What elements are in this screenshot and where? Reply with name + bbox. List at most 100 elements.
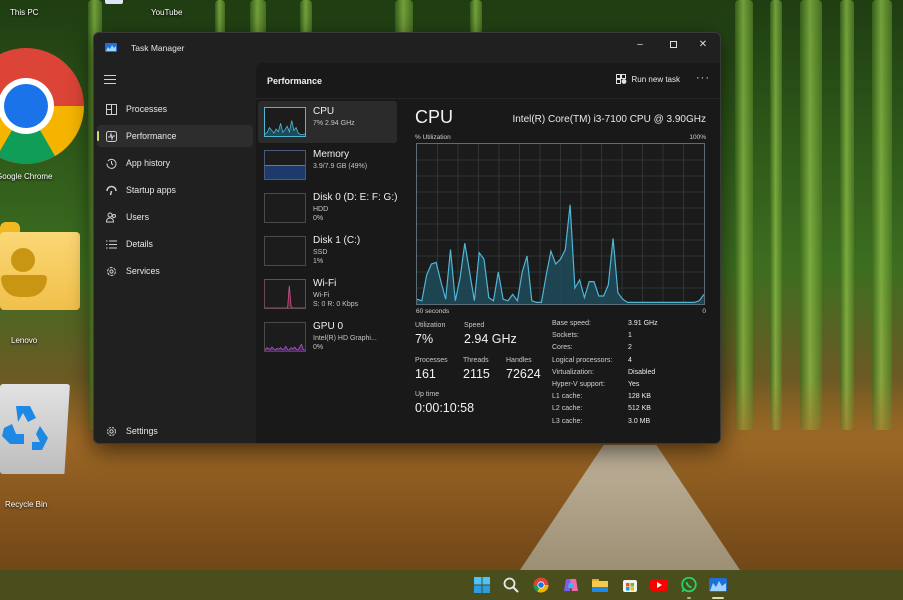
cpu-detail-panel: CPU Intel(R) Core(TM) i3-7100 CPU @ 3.90… (413, 101, 706, 443)
run-new-task-icon (615, 74, 626, 84)
device-item-cpu[interactable]: CPU 7% 2.94 GHz (258, 101, 397, 143)
spec-value: 1 (628, 332, 632, 340)
uptime-value: 0:00:10:58 (415, 401, 475, 415)
processes-value: 161 (415, 367, 436, 381)
thumb-wifi-line (265, 285, 305, 308)
desktop-icon-lenovo[interactable]: Lenovo (0, 222, 82, 347)
handles-value: 72624 (506, 367, 541, 381)
nav-item-settings[interactable]: Settings (97, 420, 253, 442)
desktop-icon-youtube[interactable]: YouTube (151, 8, 182, 17)
hamburger-menu-button[interactable] (104, 75, 116, 85)
cpu-thumbnail-graph (264, 107, 306, 137)
services-icon (105, 265, 117, 277)
speed-label: Speed (464, 322, 485, 329)
handles-label: Handles (506, 357, 532, 364)
spec-label: L2 cache: (552, 405, 583, 413)
chart-xlabel-left: 60 seconds (416, 308, 450, 315)
spec-value: 4 (628, 356, 632, 364)
nav-pane: Processes Performance App history Startu… (94, 63, 256, 443)
minimize-icon: – (637, 38, 643, 50)
spec-value: 2 (628, 344, 632, 352)
chart-ymax-label: 100% (689, 134, 706, 141)
chart-xlabel-right: 0 (702, 308, 706, 315)
close-icon: ✕ (698, 38, 708, 50)
cpu-heading: CPU (415, 107, 454, 127)
spec-value: 3.0 MB (628, 417, 651, 425)
startup-apps-icon (105, 184, 117, 196)
spec-value: 3.91 GHz (628, 320, 658, 327)
maximize-icon (669, 40, 677, 48)
spec-label: Virtualization: (552, 368, 594, 376)
search-icon[interactable] (502, 576, 520, 594)
cpu-model-name: Intel(R) Core(TM) i3-7100 CPU @ 3.90GHz (512, 114, 706, 125)
gpu-thumbnail-graph (264, 322, 306, 352)
desktop-icon-recycle-bin[interactable]: Recycle Bin (0, 378, 75, 513)
performance-content: Performance Run new task ··· CPU 7% 2.94… (256, 63, 720, 443)
device-item-wifi[interactable]: Wi-Fi Wi-Fi S: 0 R: 0 Kbps (258, 273, 397, 315)
utilization-label: Utilization (415, 322, 446, 329)
page-title: Performance (267, 76, 323, 86)
app-history-icon (105, 157, 117, 169)
nav-item-performance[interactable]: Performance (97, 125, 253, 147)
uptime-label: Up time (415, 391, 440, 398)
chrome-icon (0, 48, 84, 164)
nav-item-processes[interactable]: Processes (97, 98, 253, 120)
spec-label: Logical processors: (552, 356, 613, 364)
nav-item-app-history[interactable]: App history (97, 152, 253, 174)
task-manager-window: Task Manager – ✕ Processes Performance A… (93, 32, 721, 444)
youtube-shortcut-icon[interactable] (105, 0, 123, 4)
device-item-gpu-0[interactable]: GPU 0 Intel(R) HD Graphi... 0% (258, 316, 397, 358)
users-icon (105, 211, 117, 223)
settings-icon (105, 425, 117, 437)
close-button[interactable]: ✕ (688, 33, 718, 55)
thumb-wifi-area (265, 285, 305, 308)
title-bar[interactable]: Task Manager – ✕ (94, 33, 720, 63)
processes-icon (105, 103, 117, 115)
spec-value: Disabled (628, 368, 656, 376)
maximize-button[interactable] (658, 33, 688, 55)
file-explorer-icon[interactable] (591, 576, 609, 594)
content-header: Performance Run new task ··· (256, 63, 720, 99)
copilot-icon[interactable] (562, 576, 580, 594)
spec-value: 512 KB (628, 405, 651, 413)
performance-icon (105, 130, 117, 142)
task-manager-taskbar-icon[interactable] (709, 576, 727, 594)
chrome-taskbar-icon[interactable] (532, 576, 550, 594)
spec-label: Cores: (552, 344, 573, 352)
spec-label: L3 cache: (552, 417, 583, 425)
spec-value: 128 KB (628, 393, 651, 401)
store-icon[interactable] (621, 576, 639, 594)
youtube-icon[interactable] (650, 576, 668, 594)
nav-item-services[interactable]: Services (97, 260, 253, 282)
nav-item-details[interactable]: Details (97, 233, 253, 255)
device-item-memory[interactable]: Memory 3.9/7.9 GB (49%) (258, 144, 397, 186)
run-new-task-button[interactable]: Run new task (615, 74, 680, 84)
taskbar (0, 570, 903, 600)
desktop-icon-this-pc[interactable]: This PC (10, 8, 38, 17)
spec-label: Base speed: (552, 320, 591, 327)
processes-label: Processes (415, 357, 448, 364)
chart-ylabel: % Utilization (415, 134, 451, 141)
spec-label: L1 cache: (552, 393, 583, 401)
minimize-button[interactable]: – (625, 33, 655, 55)
disk1-thumbnail-graph (264, 236, 306, 266)
details-icon (105, 238, 117, 250)
spec-value: Yes (628, 381, 640, 388)
whatsapp-icon[interactable] (680, 576, 698, 594)
utilization-value: 7% (415, 332, 434, 346)
desktop-icon-chrome[interactable]: Google Chrome (0, 42, 88, 181)
window-title: Task Manager (131, 43, 185, 53)
threads-value: 2115 (463, 367, 490, 381)
user-folder-icon (0, 222, 80, 310)
start-icon[interactable] (473, 576, 491, 594)
disk0-thumbnail-graph (264, 193, 306, 223)
cpu-chart-svg (416, 144, 705, 304)
device-item-disk-1[interactable]: Disk 1 (C:) SSD 1% (258, 230, 397, 272)
speed-value: 2.94 GHz (464, 332, 517, 346)
device-item-disk-0[interactable]: Disk 0 (D: E: F: G:) HDD 0% (258, 187, 397, 229)
nav-item-users[interactable]: Users (97, 206, 253, 228)
more-options-button[interactable]: ··· (696, 72, 710, 84)
wifi-thumbnail-graph (264, 279, 306, 309)
nav-item-startup-apps[interactable]: Startup apps (97, 179, 253, 201)
threads-label: Threads (463, 357, 489, 364)
